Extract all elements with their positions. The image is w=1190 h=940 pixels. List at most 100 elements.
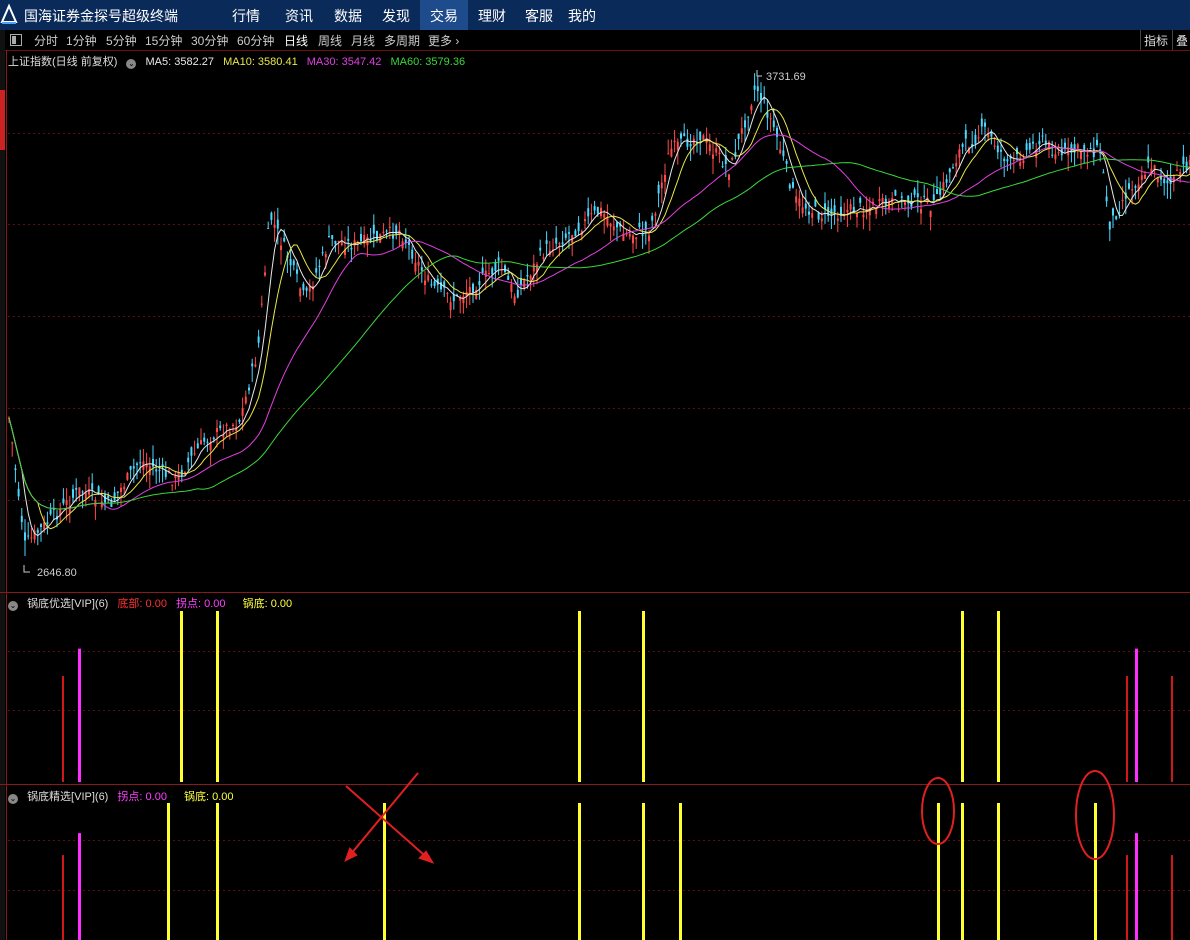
- candle-body: [216, 428, 218, 433]
- candle-body: [609, 223, 612, 227]
- candle-body: [984, 122, 986, 127]
- candle-body: [638, 222, 641, 228]
- candle-body: [715, 148, 718, 153]
- candle-body: [302, 283, 305, 291]
- candle-body: [798, 198, 801, 207]
- candle-body: [488, 273, 490, 275]
- candle-body: [856, 212, 858, 218]
- candle-body: [257, 336, 260, 343]
- candle-body: [411, 249, 414, 259]
- candle-body: [75, 487, 78, 490]
- candle-body: [260, 303, 263, 305]
- candle-body: [232, 424, 234, 426]
- candle-body: [139, 462, 142, 464]
- candle-body: [107, 495, 110, 498]
- candle-body: [292, 260, 295, 266]
- candle-body: [686, 138, 689, 147]
- candle-body: [1006, 159, 1009, 162]
- candle-body: [497, 257, 500, 261]
- candle-body: [20, 515, 23, 522]
- candle-body: [830, 208, 833, 215]
- signal-bar: [1135, 833, 1138, 940]
- candle-body: [1003, 158, 1006, 162]
- candle-body: [225, 424, 228, 427]
- candle-body: [158, 470, 161, 472]
- collapse-icon[interactable]: ⌄: [8, 794, 18, 804]
- candle-body: [49, 509, 52, 515]
- candle-body: [651, 215, 654, 221]
- candle-body: [587, 208, 590, 217]
- candle-body: [1028, 142, 1031, 150]
- candle-body: [612, 226, 615, 231]
- chart-grid: [8, 133, 1190, 891]
- candle-body: [961, 144, 964, 147]
- candle-body: [244, 396, 247, 404]
- candle-body: [81, 491, 84, 493]
- candle-body: [417, 261, 420, 266]
- candle-body: [40, 524, 42, 527]
- signal-bar: [961, 803, 964, 940]
- candle-body: [116, 491, 119, 493]
- candle-body: [878, 199, 881, 202]
- candle-body: [187, 457, 190, 463]
- candle-body: [273, 224, 276, 228]
- candle-body: [203, 437, 206, 442]
- candle-body: [760, 93, 762, 101]
- candle-body: [776, 127, 778, 137]
- candle-body: [539, 247, 542, 251]
- high-marker-line: [756, 70, 762, 77]
- signal-bar: [167, 803, 170, 940]
- candle-body: [920, 209, 922, 214]
- candle-body: [667, 153, 670, 155]
- panel1-turn-value: 拐点: 0.00: [176, 598, 226, 610]
- candle-body: [747, 116, 750, 118]
- candle-body: [1096, 139, 1098, 146]
- candle-body: [24, 532, 26, 541]
- candle-body: [427, 275, 430, 281]
- candle-body: [504, 265, 506, 273]
- candle-body: [388, 226, 391, 228]
- candle-body: [894, 190, 897, 196]
- candle-body: [449, 302, 452, 311]
- candle-body: [782, 150, 785, 157]
- candle-body: [420, 267, 423, 271]
- candle-body: [430, 284, 433, 286]
- candle-body: [433, 281, 436, 286]
- candle-body: [564, 233, 567, 238]
- candle-body: [468, 287, 471, 294]
- candle-body: [817, 212, 820, 220]
- candle-body: [632, 235, 634, 244]
- candle-body: [478, 281, 481, 286]
- candle-body: [350, 247, 353, 250]
- candle-body: [728, 174, 730, 180]
- collapse-icon[interactable]: ⌄: [8, 601, 18, 611]
- panel2-turn-value: 拐点: 0.00: [117, 791, 167, 803]
- candle-body: [603, 213, 606, 218]
- candle-body: [238, 419, 241, 422]
- candle-body: [788, 184, 791, 189]
- candle-body: [657, 184, 660, 194]
- candle-body: [424, 280, 426, 285]
- candle-body: [472, 283, 474, 293]
- candle-body: [664, 174, 666, 182]
- candle-body: [673, 140, 676, 143]
- candle-body: [779, 149, 782, 154]
- candle-body: [366, 237, 369, 246]
- low-marker-line: [23, 565, 30, 573]
- collapse-icon[interactable]: ⌄: [126, 59, 137, 69]
- candle-body: [113, 492, 116, 500]
- ma60-value: MA60: 3579.36: [390, 56, 466, 68]
- candle-body: [859, 197, 862, 203]
- signal-bar: [62, 675, 64, 782]
- candle-body: [804, 203, 807, 209]
- candle-body: [248, 387, 250, 391]
- candle-body: [955, 163, 958, 167]
- signal-bar: [997, 803, 1000, 940]
- candle-body: [641, 234, 644, 236]
- candle-body: [1176, 169, 1178, 171]
- candle-body: [324, 254, 327, 258]
- candle-body: [251, 363, 254, 367]
- candle-body: [648, 235, 650, 242]
- candle-body: [372, 224, 375, 234]
- low-price-label: 2646.80: [37, 567, 77, 579]
